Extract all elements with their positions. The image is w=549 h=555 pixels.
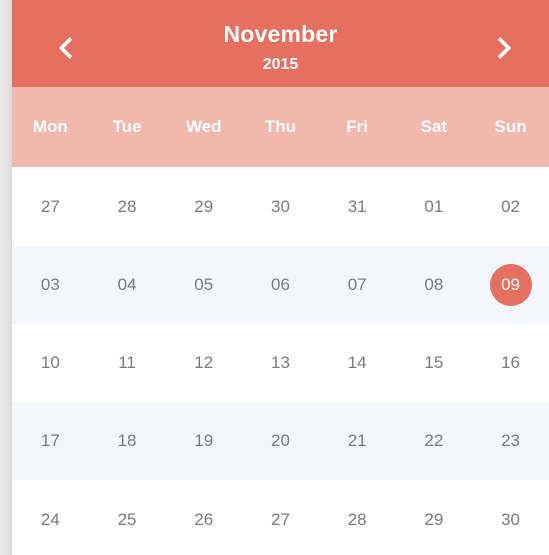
chevron-right-icon: [497, 37, 512, 59]
calendar-day[interactable]: 28: [89, 167, 166, 246]
weekday-thu: Thu: [264, 117, 297, 136]
calendar-day[interactable]: 14: [319, 324, 396, 402]
weekday-header-row: Mon Tue Wed Thu Fri Sat Sun: [12, 87, 549, 167]
day-number: 21: [347, 431, 367, 450]
weekday-sat: Sat: [420, 117, 448, 136]
day-number: 18: [117, 431, 137, 450]
day-number: 27: [270, 510, 290, 529]
calendar-day[interactable]: 07: [319, 246, 396, 324]
calendar-week-row: 24 25 26 27 28 29 30: [12, 480, 549, 555]
calendar-day[interactable]: 27: [242, 480, 319, 555]
left-shadow-edge: [0, 0, 12, 555]
day-number: 29: [424, 510, 444, 529]
calendar-day[interactable]: 04: [89, 246, 166, 324]
day-number: 20: [270, 431, 290, 450]
calendar-day[interactable]: 23: [472, 402, 549, 480]
calendar-day[interactable]: 02: [472, 167, 549, 246]
month-title: November: [223, 21, 338, 47]
calendar-day[interactable]: 15: [396, 324, 473, 402]
calendar-day[interactable]: 11: [89, 324, 166, 402]
day-number: 14: [347, 353, 367, 372]
calendar-day[interactable]: 28: [319, 480, 396, 555]
day-number: 01: [424, 196, 444, 216]
calendar-day[interactable]: 26: [165, 480, 242, 555]
day-number: 13: [270, 353, 290, 372]
next-month-button[interactable]: [476, 20, 532, 76]
calendar-widget: November 2015 Mon Tue Wed Thu Fri Sat Su…: [12, 0, 549, 555]
day-number: 26: [194, 510, 214, 529]
calendar-week-row: 03 04 05 06 07 08 09: [12, 246, 549, 324]
day-number: 06: [270, 275, 290, 294]
day-number: 12: [194, 353, 214, 372]
calendar-day[interactable]: 30: [242, 167, 319, 246]
calendar-day[interactable]: 25: [89, 480, 166, 555]
calendar-day[interactable]: 29: [165, 167, 242, 246]
day-number: 16: [501, 353, 521, 372]
calendar-day[interactable]: 31: [319, 167, 396, 246]
calendar-day[interactable]: 03: [12, 246, 89, 324]
day-number: 27: [40, 196, 60, 216]
calendar-day[interactable]: 19: [165, 402, 242, 480]
calendar-day[interactable]: 30: [472, 480, 549, 555]
calendar-day[interactable]: 17: [12, 402, 89, 480]
year-title: 2015: [262, 56, 299, 73]
day-number: 03: [40, 275, 60, 294]
day-number: 02: [501, 196, 521, 216]
day-number: 30: [270, 196, 290, 216]
day-number: 28: [347, 510, 367, 529]
day-number: 30: [501, 510, 521, 529]
calendar-day[interactable]: 01: [396, 167, 473, 246]
calendar-week-row: 27 28 29 30 31 01 02: [12, 167, 549, 246]
calendar-day[interactable]: 27: [12, 167, 89, 246]
day-number: 19: [194, 431, 214, 450]
day-number: 08: [424, 275, 444, 294]
day-number: 31: [347, 196, 367, 216]
day-number: 17: [40, 431, 60, 450]
calendar-day[interactable]: 29: [396, 480, 473, 555]
day-number: 24: [40, 510, 60, 529]
calendar-grid: 27 28 29 30 31 01 02 03 04 05 06 07 08 09 10 11 12 13 14 15…: [12, 167, 549, 555]
calendar-day[interactable]: 10: [12, 324, 89, 402]
day-number: 15: [424, 353, 444, 372]
calendar-day[interactable]: 24: [12, 480, 89, 555]
calendar-day[interactable]: 08: [396, 246, 473, 324]
calendar-day[interactable]: 06: [242, 246, 319, 324]
calendar-day[interactable]: 13: [242, 324, 319, 402]
day-number: 07: [347, 275, 367, 294]
calendar-day[interactable]: 21: [319, 402, 396, 480]
day-number: 29: [194, 196, 214, 216]
calendar-day[interactable]: 12: [165, 324, 242, 402]
calendar-week-row: 17 18 19 20 21 22 23: [12, 402, 549, 480]
day-number: 10: [40, 353, 60, 372]
day-number: 05: [194, 275, 214, 294]
day-number: 25: [117, 510, 137, 529]
day-number: 23: [501, 431, 521, 450]
calendar-day[interactable]: 20: [242, 402, 319, 480]
calendar-week-row: 10 11 12 13 14 15 16: [12, 324, 549, 402]
calendar-day[interactable]: 18: [89, 402, 166, 480]
day-number: 22: [424, 431, 444, 450]
day-number: 28: [117, 196, 137, 216]
calendar-header: November 2015: [12, 0, 549, 87]
day-number: 11: [118, 353, 136, 372]
day-number: 04: [117, 275, 137, 294]
calendar-day-selected[interactable]: 09: [472, 246, 549, 324]
weekday-fri: Fri: [346, 117, 369, 136]
weekday-tue: Tue: [112, 117, 142, 136]
weekday-sun: Sun: [494, 117, 527, 136]
calendar-day[interactable]: 22: [396, 402, 473, 480]
weekday-mon: Mon: [32, 117, 68, 136]
day-number: 09: [489, 264, 532, 306]
weekday-wed: Wed: [185, 117, 222, 136]
calendar-day[interactable]: 05: [165, 246, 242, 324]
calendar-day[interactable]: 16: [472, 324, 549, 402]
